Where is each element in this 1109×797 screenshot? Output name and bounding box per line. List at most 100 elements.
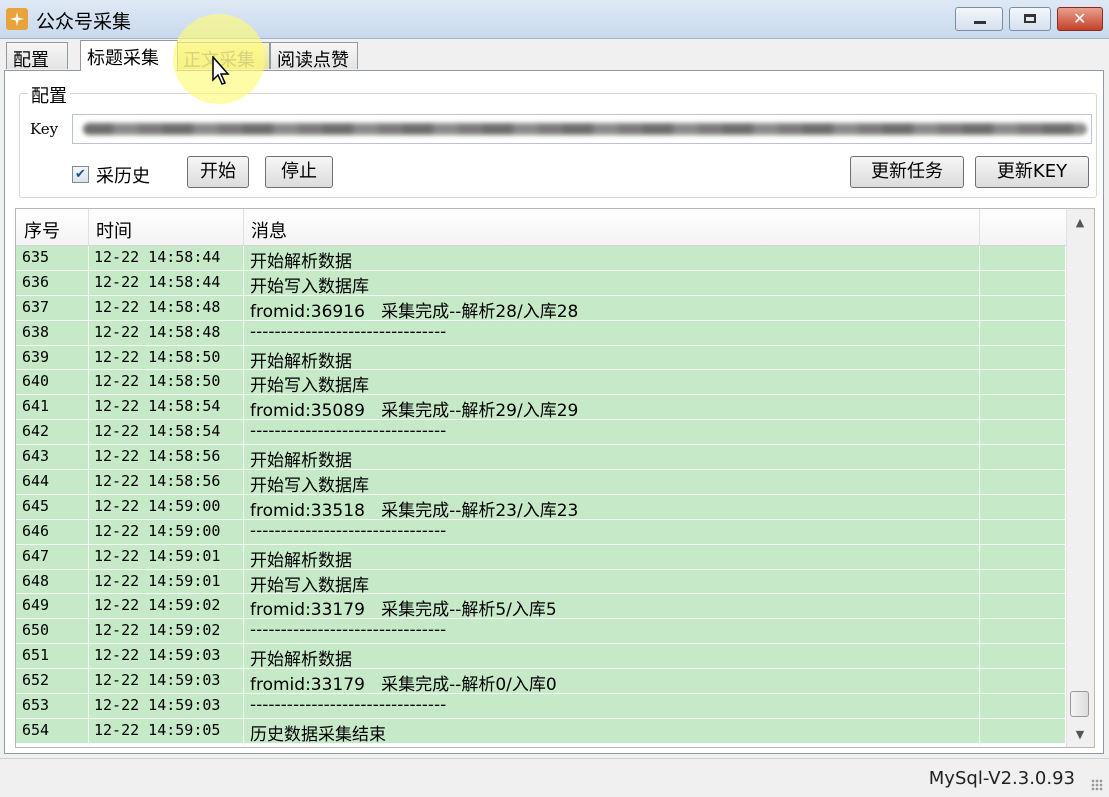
table-row[interactable]: 639 12-22 14:58:50 开始解析数据 — [16, 345, 1065, 372]
row-index: 644 — [22, 472, 50, 491]
row-message: 开始解析数据 — [250, 550, 352, 571]
row-message: 开始解析数据 — [250, 252, 352, 272]
table-row[interactable]: 636 12-22 14:58:44 开始写入数据库 — [16, 270, 1065, 297]
tab-config[interactable]: 配置 — [6, 42, 68, 71]
row-message: -------------------------------- — [250, 620, 447, 641]
table-row[interactable]: 650 12-22 14:59:02 -----------------------… — [16, 619, 1065, 645]
row-time: 12-22 14:58:48 — [94, 322, 221, 341]
row-time: 12-22 14:59:03 — [94, 646, 221, 665]
history-checkbox[interactable]: ✔ — [72, 166, 89, 183]
row-message: fromid:33518 采集完成--解析23/入库23 — [250, 500, 579, 521]
scroll-thumb[interactable] — [1070, 691, 1089, 717]
row-index: 648 — [22, 571, 50, 590]
table-row[interactable]: 651 12-22 14:59:03 开始解析数据 — [16, 644, 1065, 671]
log-list[interactable]: 序号 时间 消息 635 12-22 14:58:44 开始解析数据 636 12-22… — [15, 208, 1095, 748]
vertical-scrollbar[interactable]: ▲ ▼ — [1066, 209, 1094, 747]
row-time: 12-22 14:59:03 — [94, 671, 221, 690]
column-header-index[interactable]: 序号 — [24, 217, 60, 243]
table-row[interactable]: 648 12-22 14:59:01 开始写入数据库 — [16, 569, 1065, 596]
table-row[interactable]: 643 12-22 14:58:56 开始解析数据 — [16, 445, 1065, 472]
resize-grip-icon[interactable] — [1091, 779, 1103, 791]
row-time: 12-22 14:59:01 — [94, 571, 221, 590]
maximize-button[interactable] — [1009, 7, 1051, 31]
row-index: 654 — [22, 720, 50, 739]
row-message: fromid:35089 采集完成--解析29/入库29 — [250, 401, 579, 422]
title-bar: 公众号采集 — [0, 0, 1109, 39]
row-index: 649 — [22, 596, 50, 615]
row-message: fromid:33179 采集完成--解析5/入库5 — [250, 600, 557, 621]
table-row[interactable]: 641 12-22 14:58:54 fromid:35089 采集完成--解析29… — [16, 395, 1065, 422]
row-time: 12-22 14:58:50 — [94, 372, 221, 391]
row-message: 开始写入数据库 — [250, 575, 369, 596]
column-divider[interactable] — [979, 209, 980, 245]
column-divider[interactable] — [243, 209, 244, 245]
close-button[interactable] — [1057, 7, 1103, 31]
row-index: 647 — [22, 546, 50, 565]
row-index: 642 — [22, 422, 50, 441]
row-time: 12-22 14:58:44 — [94, 248, 221, 266]
row-index: 643 — [22, 447, 50, 466]
table-row[interactable]: 638 12-22 14:58:48 -----------------------… — [16, 320, 1065, 346]
table-row[interactable]: 640 12-22 14:58:50 开始写入数据库 — [16, 370, 1065, 397]
row-index: 641 — [22, 397, 50, 416]
table-row[interactable]: 644 12-22 14:58:56 开始写入数据库 — [16, 470, 1065, 496]
row-message: 开始解析数据 — [250, 451, 352, 472]
key-input[interactable] — [72, 114, 1092, 144]
row-time: 12-22 14:59:03 — [94, 696, 221, 715]
row-index: 651 — [22, 646, 50, 665]
status-bar: MySql-V2.3.0.93 — [0, 758, 1109, 797]
tab-read-like[interactable]: 阅读点赞 — [270, 42, 358, 71]
row-message: -------------------------------- — [250, 695, 447, 716]
row-index: 653 — [22, 696, 50, 715]
row-index: 645 — [22, 496, 50, 515]
row-time: 12-22 14:58:54 — [94, 422, 221, 441]
tab-title-collect[interactable]: 标题采集 — [80, 40, 178, 71]
column-header-message[interactable]: 消息 — [251, 217, 287, 243]
row-time: 12-22 14:59:05 — [94, 720, 221, 739]
config-group-legend: 配置 — [28, 82, 70, 108]
config-group: 配置 Key ✔ 采历史 开始 停止 更新任务 更新KEY — [19, 82, 1097, 198]
grid-line — [979, 246, 980, 747]
row-time: 12-22 14:58:50 — [94, 347, 221, 366]
row-message: 开始解析数据 — [250, 650, 352, 671]
row-index: 635 — [22, 248, 50, 266]
row-message: fromid:36916 采集完成--解析28/入库28 — [250, 301, 579, 322]
row-time: 12-22 14:59:02 — [94, 621, 221, 640]
table-row[interactable]: 646 12-22 14:59:00 -----------------------… — [16, 519, 1065, 545]
window-title: 公众号采集 — [36, 11, 132, 33]
scroll-down-arrow-icon[interactable]: ▼ — [1067, 723, 1093, 747]
row-message: 开始写入数据库 — [250, 376, 369, 397]
row-time: 12-22 14:58:54 — [94, 397, 221, 416]
update-key-button[interactable]: 更新KEY — [975, 156, 1089, 188]
history-checkbox-label[interactable]: 采历史 — [96, 162, 150, 188]
row-index: 646 — [22, 521, 50, 540]
row-message: -------------------------------- — [250, 321, 447, 342]
start-button[interactable]: 开始 — [187, 156, 249, 188]
row-index: 639 — [22, 347, 50, 366]
app-logo-icon — [6, 8, 28, 30]
row-time: 12-22 14:59:00 — [94, 521, 221, 540]
table-row[interactable]: 647 12-22 14:59:01 开始解析数据 — [16, 544, 1065, 571]
table-row[interactable]: 653 12-22 14:59:03 -----------------------… — [16, 694, 1065, 719]
table-row[interactable]: 645 12-22 14:59:00 fromid:33518 采集完成--解析23… — [16, 494, 1065, 521]
column-header-time[interactable]: 时间 — [96, 217, 132, 243]
scroll-up-arrow-icon[interactable]: ▲ — [1067, 211, 1093, 235]
table-row[interactable]: 654 12-22 14:59:05 历史数据采集结束 — [16, 718, 1065, 745]
row-message: 开始解析数据 — [250, 351, 352, 372]
row-message: 开始写入数据库 — [250, 276, 369, 297]
row-index: 650 — [22, 621, 50, 640]
row-time: 12-22 14:58:44 — [94, 272, 221, 291]
update-task-button[interactable]: 更新任务 — [850, 156, 964, 188]
minimize-button[interactable] — [955, 7, 1003, 31]
row-time: 12-22 14:58:48 — [94, 297, 221, 316]
table-row[interactable]: 652 12-22 14:59:03 fromid:33179 采集完成--解析0/… — [16, 669, 1065, 695]
row-time: 12-22 14:59:02 — [94, 596, 221, 615]
table-row[interactable]: 649 12-22 14:59:02 fromid:33179 采集完成--解析5/… — [16, 594, 1065, 621]
column-divider[interactable] — [88, 209, 89, 245]
stop-button[interactable]: 停止 — [265, 156, 333, 188]
row-message: -------------------------------- — [250, 520, 447, 541]
table-row[interactable]: 637 12-22 14:58:48 fromid:36916 采集完成--解析28… — [16, 295, 1065, 322]
table-row[interactable]: 642 12-22 14:58:54 -----------------------… — [16, 420, 1065, 446]
row-index: 637 — [22, 297, 50, 316]
table-row[interactable]: 635 12-22 14:58:44 开始解析数据 — [16, 246, 1065, 272]
